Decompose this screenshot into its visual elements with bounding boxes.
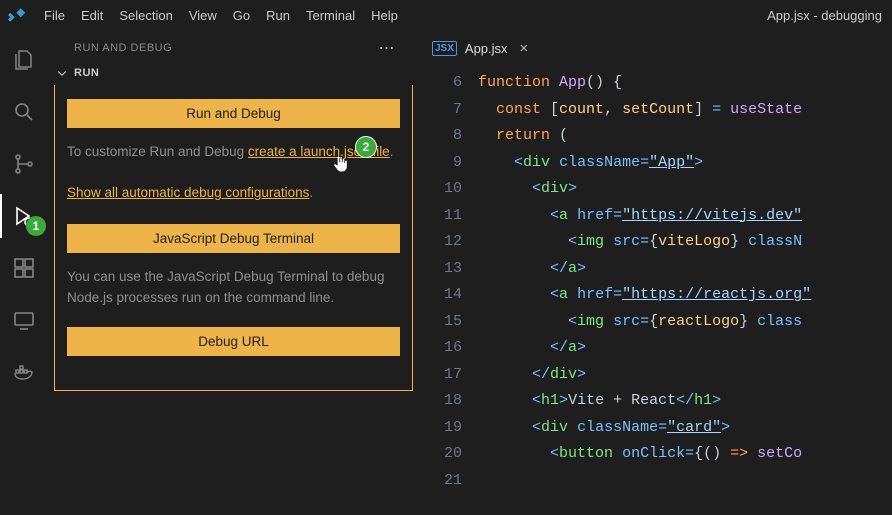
menu-file[interactable]: File (36, 4, 73, 27)
panel-more-icon[interactable]: ⋯ (375, 38, 400, 58)
search-icon[interactable] (0, 90, 48, 134)
docker-icon[interactable] (0, 350, 48, 394)
run-debug-icon[interactable]: 1 (0, 194, 48, 238)
close-icon[interactable]: × (516, 40, 529, 57)
jsx-file-icon: JSX (432, 41, 457, 56)
js-terminal-help-text: You can use the JavaScript Debug Termina… (67, 267, 400, 309)
run-and-debug-button[interactable]: Run and Debug (67, 99, 400, 128)
run-section-label: RUN (74, 67, 99, 79)
annotation-badge-2: 2 (355, 136, 377, 158)
run-panel-body: Run and Debug To customize Run and Debug… (54, 85, 413, 391)
line-gutter: 6789101112131415161718192021 (420, 70, 478, 515)
extensions-icon[interactable] (0, 246, 48, 290)
menu-edit[interactable]: Edit (73, 4, 111, 27)
code-editor[interactable]: 6789101112131415161718192021 function Ap… (420, 66, 892, 515)
editor-area: JSX App.jsx × 67891011121314151617181920… (420, 30, 892, 515)
js-debug-terminal-button[interactable]: JavaScript Debug Terminal (67, 224, 400, 253)
cursor-hand-icon (331, 154, 351, 174)
source-control-icon[interactable] (0, 142, 48, 186)
title-bar: FileEditSelectionViewGoRunTerminalHelp A… (0, 0, 892, 30)
menu-terminal[interactable]: Terminal (298, 4, 363, 27)
panel-header: RUN AND DEBUG ⋯ (48, 30, 419, 65)
code-lines: function App() { const [count, setCount]… (478, 70, 892, 515)
menu-view[interactable]: View (181, 4, 225, 27)
run-section-header[interactable]: RUN (48, 65, 419, 81)
menu-help[interactable]: Help (363, 4, 406, 27)
debug-badge: 1 (26, 216, 46, 236)
menu-run[interactable]: Run (258, 4, 298, 27)
tab-label: App.jsx (465, 41, 508, 56)
show-all-configs-link[interactable]: Show all automatic debug configurations (67, 185, 309, 200)
debug-url-button[interactable]: Debug URL (67, 327, 400, 356)
panel-title: RUN AND DEBUG (74, 42, 375, 54)
remote-icon[interactable] (0, 298, 48, 342)
customize-help-text: To customize Run and Debug create a laun… (67, 142, 400, 163)
activity-bar: 1 (0, 30, 48, 515)
chevron-down-icon (56, 67, 68, 79)
menu-selection[interactable]: Selection (111, 4, 180, 27)
logo-icon (8, 6, 26, 24)
tab-bar: JSX App.jsx × (420, 30, 892, 66)
menu-go[interactable]: Go (225, 4, 258, 27)
explorer-icon[interactable] (0, 38, 48, 82)
window-title: App.jsx - debugging (406, 8, 892, 23)
tab-app-jsx[interactable]: JSX App.jsx × (420, 30, 540, 66)
run-debug-panel: RUN AND DEBUG ⋯ RUN Run and Debug To cus… (48, 30, 420, 515)
menu-bar: FileEditSelectionViewGoRunTerminalHelp (36, 4, 406, 27)
